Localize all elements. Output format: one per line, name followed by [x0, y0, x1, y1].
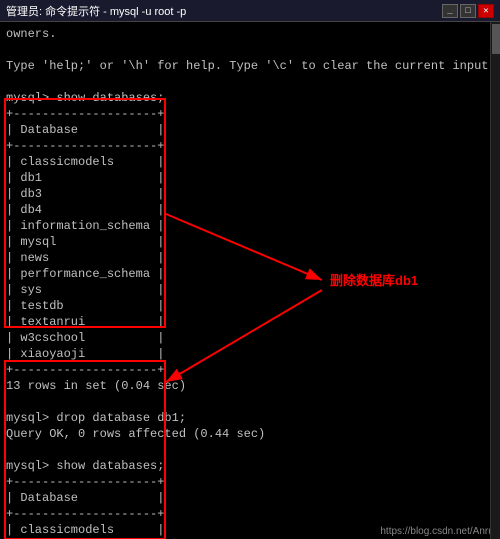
db-row: | sys | [6, 282, 494, 298]
table2-sep: +--------------------+ [6, 506, 494, 522]
terminal-line [6, 74, 494, 90]
command-show-db2: mysql> show databases; [6, 458, 494, 474]
title-bar: 管理员: 命令提示符 - mysql -u root -p _ □ ✕ [0, 0, 500, 22]
table2-top-border: +--------------------+ [6, 474, 494, 490]
terminal-line: owners. [6, 26, 494, 42]
maximize-button[interactable]: □ [460, 4, 476, 18]
command-show-db1: mysql> show databases; [6, 90, 494, 106]
db-row: | db4 | [6, 202, 494, 218]
scrollbar-thumb[interactable] [492, 24, 500, 54]
url-bar: https://blog.csdn.net/Anrui [380, 526, 496, 537]
db-row: | testdb | [6, 298, 494, 314]
db-row: | news | [6, 250, 494, 266]
terminal: owners. Type 'help;' or '\h' for help. T… [0, 22, 500, 539]
table-top-border: +--------------------+ [6, 106, 494, 122]
db-row: | xiaoyaoji | [6, 346, 494, 362]
db-row: | w3cschool | [6, 330, 494, 346]
table-bottom-border: +--------------------+ [6, 362, 494, 378]
title-bar-text: 管理员: 命令提示符 - mysql -u root -p [6, 3, 186, 19]
db-row: | textanrui | [6, 314, 494, 330]
terminal-line: Type 'help;' or '\h' for help. Type '\c'… [6, 58, 494, 74]
minimize-button[interactable]: _ [442, 4, 458, 18]
title-bar-buttons: _ □ ✕ [442, 4, 494, 18]
terminal-blank [6, 394, 494, 410]
db-row: | classicmodels | [6, 154, 494, 170]
table-sep: +--------------------+ [6, 138, 494, 154]
close-button[interactable]: ✕ [478, 4, 494, 18]
db-row: | performance_schema | [6, 266, 494, 282]
annotation-label: 删除数据库db1 [330, 270, 418, 289]
terminal-blank [6, 442, 494, 458]
query-ok: Query OK, 0 rows affected (0.44 sec) [6, 426, 494, 442]
db-row: | information_schema | [6, 218, 494, 234]
db-row: | db3 | [6, 186, 494, 202]
db-row: | mysql | [6, 234, 494, 250]
table-col-header: | Database | [6, 122, 494, 138]
command-drop-db: mysql> drop database db1; [6, 410, 494, 426]
terminal-line [6, 42, 494, 58]
row-count-1: 13 rows in set (0.04 sec) [6, 378, 494, 394]
scrollbar[interactable] [490, 22, 500, 539]
table2-col-header: | Database | [6, 490, 494, 506]
db-row: | db1 | [6, 170, 494, 186]
